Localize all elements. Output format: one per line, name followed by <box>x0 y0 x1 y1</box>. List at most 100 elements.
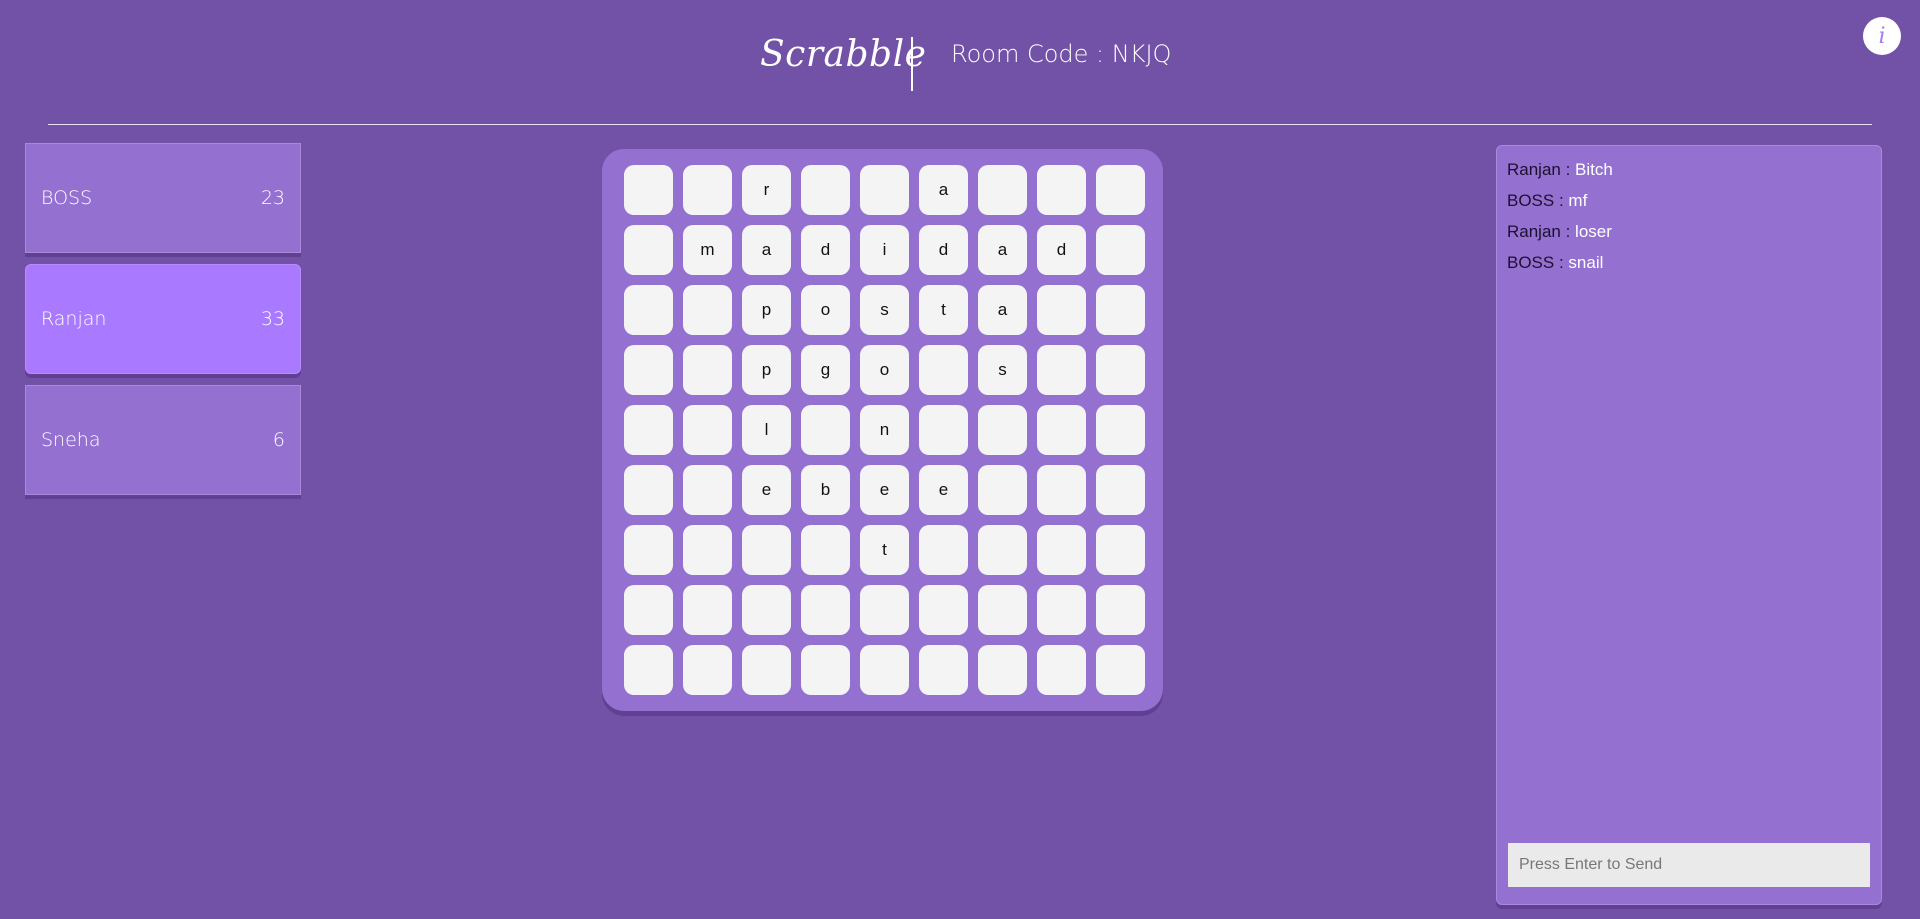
player-card-ranjan: Ranjan 33 <box>25 264 301 374</box>
info-icon[interactable]: i <box>1863 17 1901 55</box>
board-cell[interactable] <box>1096 645 1145 695</box>
chat-sender: BOSS <box>1507 191 1555 210</box>
board-cell[interactable]: i <box>860 225 909 275</box>
board-cell[interactable] <box>1096 585 1145 635</box>
board-cell[interactable] <box>801 585 850 635</box>
board-cell[interactable]: a <box>919 165 968 215</box>
board-cell[interactable] <box>1096 465 1145 515</box>
board-cell[interactable]: l <box>742 405 791 455</box>
board-cell[interactable] <box>683 525 732 575</box>
board-cell[interactable] <box>801 165 850 215</box>
board-cell[interactable] <box>978 645 1027 695</box>
board-cell[interactable] <box>683 405 732 455</box>
board-cell[interactable]: g <box>801 345 850 395</box>
board-cell[interactable]: d <box>1037 225 1086 275</box>
board-cell[interactable] <box>919 585 968 635</box>
board-cell[interactable] <box>683 285 732 335</box>
chat-sender: Ranjan <box>1507 160 1561 179</box>
board-cell[interactable] <box>683 585 732 635</box>
chat-messages: Ranjan : Bitch BOSS : mf Ranjan : loser BOS… <box>1507 154 1871 278</box>
board-cell[interactable] <box>978 165 1027 215</box>
board-cell[interactable] <box>624 345 673 395</box>
board-cell[interactable]: o <box>860 345 909 395</box>
board-cell[interactable]: m <box>683 225 732 275</box>
board-cell[interactable] <box>919 525 968 575</box>
board-cell[interactable] <box>1037 405 1086 455</box>
board-cell[interactable] <box>742 525 791 575</box>
player-name: Sneha <box>41 429 101 451</box>
board-cell[interactable] <box>683 345 732 395</box>
board-cell[interactable]: a <box>978 285 1027 335</box>
board-cell[interactable] <box>1037 285 1086 335</box>
board-cell[interactable]: d <box>919 225 968 275</box>
board-cell[interactable]: s <box>860 285 909 335</box>
board-cell[interactable]: a <box>978 225 1027 275</box>
board-cell[interactable] <box>624 465 673 515</box>
chat-input[interactable] <box>1508 843 1870 887</box>
board-cell[interactable]: e <box>860 465 909 515</box>
board-cell[interactable]: b <box>801 465 850 515</box>
room-code: Room Code : NKJQ <box>951 40 1172 68</box>
board-cell[interactable]: a <box>742 225 791 275</box>
board-cell[interactable] <box>624 525 673 575</box>
chat-separator: : <box>1560 160 1576 179</box>
board-cell[interactable] <box>1096 525 1145 575</box>
board-cell[interactable] <box>624 585 673 635</box>
board-cell[interactable] <box>1096 165 1145 215</box>
board-cell[interactable]: t <box>919 285 968 335</box>
board-cell[interactable] <box>683 165 732 215</box>
chat-message: Ranjan : loser <box>1507 216 1871 247</box>
board-cell[interactable] <box>919 345 968 395</box>
board-cell[interactable] <box>1037 525 1086 575</box>
board-cell[interactable]: p <box>742 345 791 395</box>
board-cell[interactable] <box>1096 285 1145 335</box>
board-cell[interactable] <box>860 645 909 695</box>
board-cell[interactable] <box>742 645 791 695</box>
board-cell[interactable] <box>919 405 968 455</box>
game-board: ramadidadpostapgoslnebeet <box>602 149 1163 711</box>
board-cell[interactable] <box>742 585 791 635</box>
app-logo: Scrabble <box>760 34 927 75</box>
board-cell[interactable]: n <box>860 405 909 455</box>
board-cell[interactable] <box>801 525 850 575</box>
board-cell[interactable] <box>978 585 1027 635</box>
board-cell[interactable] <box>978 405 1027 455</box>
board-cell[interactable] <box>1096 225 1145 275</box>
chat-message: Ranjan : Bitch <box>1507 154 1871 185</box>
board-cell[interactable]: r <box>742 165 791 215</box>
chat-text: loser <box>1575 222 1612 241</box>
board-cell[interactable] <box>1096 405 1145 455</box>
board-cell[interactable]: o <box>801 285 850 335</box>
header-separator <box>48 124 1872 125</box>
board-cell[interactable] <box>624 285 673 335</box>
board-grid: ramadidadpostapgoslnebeet <box>624 165 1145 695</box>
board-cell[interactable]: t <box>860 525 909 575</box>
player-score: 33 <box>260 308 285 330</box>
board-cell[interactable] <box>978 465 1027 515</box>
chat-message: BOSS : mf <box>1507 185 1871 216</box>
board-cell[interactable] <box>1037 645 1086 695</box>
board-cell[interactable] <box>624 225 673 275</box>
board-cell[interactable] <box>683 465 732 515</box>
board-cell[interactable] <box>624 405 673 455</box>
board-cell[interactable] <box>624 165 673 215</box>
board-cell[interactable]: e <box>742 465 791 515</box>
board-cell[interactable]: s <box>978 345 1027 395</box>
board-cell[interactable] <box>978 525 1027 575</box>
board-cell[interactable] <box>683 645 732 695</box>
board-cell[interactable] <box>1096 345 1145 395</box>
board-cell[interactable]: d <box>801 225 850 275</box>
board-cell[interactable] <box>1037 465 1086 515</box>
board-cell[interactable] <box>1037 585 1086 635</box>
board-cell[interactable] <box>919 645 968 695</box>
board-cell[interactable]: e <box>919 465 968 515</box>
board-cell[interactable] <box>860 165 909 215</box>
board-cell[interactable] <box>1037 165 1086 215</box>
board-cell[interactable] <box>1037 345 1086 395</box>
board-cell[interactable] <box>801 405 850 455</box>
board-cell[interactable]: p <box>742 285 791 335</box>
board-cell[interactable] <box>624 645 673 695</box>
board-cell[interactable] <box>801 645 850 695</box>
player-list: BOSS 23 Ranjan 33 Sneha 6 <box>25 143 301 506</box>
board-cell[interactable] <box>860 585 909 635</box>
